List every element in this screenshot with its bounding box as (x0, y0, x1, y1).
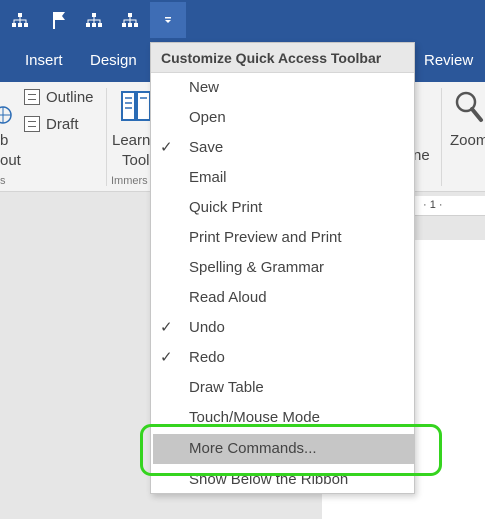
menu-item-draw-table[interactable]: Draw Table (151, 373, 414, 403)
menu-item-open[interactable]: Open (151, 103, 414, 133)
tab-insert[interactable]: Insert (25, 40, 63, 82)
horizontal-ruler[interactable]: · 1 · (415, 196, 485, 216)
web-layout-label-1[interactable]: b (0, 132, 8, 149)
web-layout-icon (0, 106, 12, 124)
web-layout-label-2[interactable]: out (0, 152, 21, 169)
menu-item-new[interactable]: New (151, 73, 414, 103)
org-chart-icon[interactable] (118, 0, 142, 40)
org-chart-icon[interactable] (82, 0, 106, 40)
check-icon: ✓ (160, 319, 173, 336)
quick-access-toolbar (0, 0, 485, 40)
tab-review[interactable]: Review (424, 40, 473, 82)
menu-item-undo[interactable]: ✓ Undo (151, 313, 414, 343)
ribbon-separator (441, 88, 442, 186)
outline-button[interactable]: Outline (46, 89, 94, 106)
menu-item-save[interactable]: ✓ Save (151, 133, 414, 163)
learning-tools-label-2[interactable]: Tool (122, 152, 150, 169)
draft-icon (24, 116, 40, 132)
org-chart-icon[interactable] (8, 0, 32, 40)
tab-design[interactable]: Design (90, 40, 137, 82)
menu-item-print-preview[interactable]: Print Preview and Print (151, 223, 414, 253)
ribbon-separator (106, 88, 107, 186)
check-icon: ✓ (160, 139, 173, 156)
flag-icon[interactable] (47, 0, 71, 40)
zoom-button[interactable]: Zoom (450, 132, 485, 149)
ruler-marks: · 1 · (423, 199, 443, 211)
customize-dropdown-icon (165, 17, 171, 23)
group-label-immersive: Immers (111, 175, 148, 187)
highlight-annotation (140, 424, 442, 476)
check-icon: ✓ (160, 349, 173, 366)
menu-item-spelling[interactable]: Spelling & Grammar (151, 253, 414, 283)
outline-icon (24, 89, 40, 105)
menu-item-quick-print[interactable]: Quick Print (151, 193, 414, 223)
menu-title: Customize Quick Access Toolbar (151, 43, 414, 73)
one-page-label[interactable]: ne (413, 147, 430, 164)
customize-dropdown-button[interactable] (150, 2, 186, 38)
zoom-icon (455, 91, 483, 122)
group-label-views: s (0, 175, 6, 187)
draft-button[interactable]: Draft (46, 116, 79, 133)
learning-tools-label-1[interactable]: Learni (112, 132, 154, 149)
menu-item-redo[interactable]: ✓ Redo (151, 343, 414, 373)
menu-item-email[interactable]: Email (151, 163, 414, 193)
menu-item-read-aloud[interactable]: Read Aloud (151, 283, 414, 313)
learning-tools-icon (121, 91, 151, 121)
